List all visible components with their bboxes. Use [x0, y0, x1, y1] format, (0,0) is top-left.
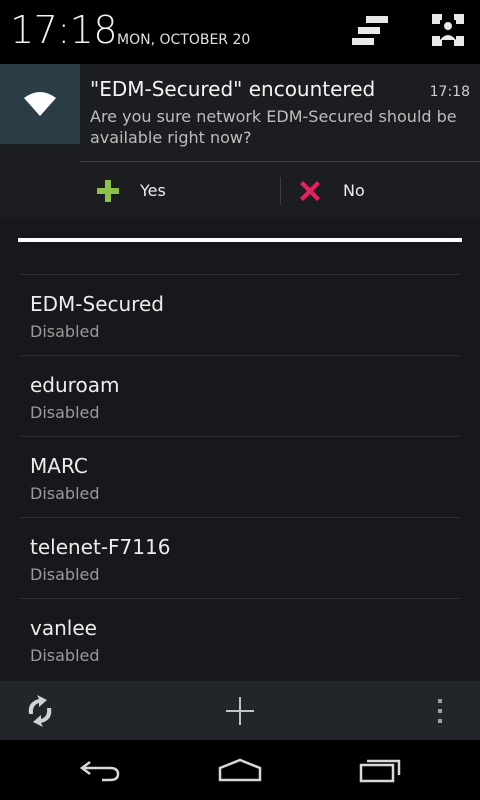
notification-time: 17:18 [429, 84, 470, 100]
quick-settings-icon[interactable] [428, 10, 468, 50]
recents-button[interactable] [340, 740, 420, 800]
network-item[interactable]: EDM-Secured Disabled [20, 274, 460, 355]
network-ssid: MARC [30, 454, 88, 478]
overflow-menu-icon [438, 698, 442, 723]
network-ssid: vanlee [30, 616, 97, 640]
shade-header: 17:18 MON, OCTOBER 20 [0, 0, 480, 64]
network-status: Disabled [30, 565, 100, 584]
wifi-notification[interactable]: "EDM-Secured" encountered 17:18 Are you … [0, 64, 480, 219]
home-icon [218, 758, 262, 782]
action-bar [0, 681, 480, 740]
yes-label: Yes [140, 181, 166, 200]
network-item[interactable]: vanlee Disabled [20, 598, 460, 679]
network-status: Disabled [30, 646, 100, 665]
no-label: No [343, 181, 365, 200]
x-icon [300, 180, 320, 201]
settings-icon[interactable] [350, 12, 394, 52]
notification-body: Are you sure network EDM-Secured should … [90, 107, 457, 147]
yes-button[interactable]: Yes [96, 162, 166, 219]
notification-title: "EDM-Secured" encountered [90, 77, 376, 101]
overflow-menu-button[interactable] [410, 681, 470, 740]
refresh-icon [28, 694, 52, 727]
date: MON, OCTOBER 20 [117, 32, 251, 48]
recents-icon [359, 759, 401, 783]
navigation-bar [0, 740, 480, 800]
network-item[interactable]: telenet-F7116 Disabled [20, 517, 460, 598]
network-status: Disabled [30, 322, 100, 341]
home-button[interactable] [200, 740, 280, 800]
back-icon [79, 761, 120, 782]
add-icon [226, 696, 254, 725]
add-network-button[interactable] [210, 681, 270, 740]
plus-icon [97, 179, 119, 202]
clock: 17:18 [10, 8, 118, 52]
wifi-icon [24, 92, 56, 116]
network-item[interactable]: eduroam Disabled [20, 355, 460, 436]
notification-icon-box [0, 64, 80, 144]
no-button[interactable]: No [297, 162, 365, 219]
network-ssid: telenet-F7116 [30, 535, 171, 559]
network-item[interactable]: MARC Disabled [20, 436, 460, 517]
network-status: Disabled [30, 403, 100, 422]
network-list: EDM-Secured Disabled eduroam Disabled MA… [0, 274, 480, 679]
action-separator [280, 177, 281, 205]
wifi-list-screen: EDM-Secured Disabled eduroam Disabled MA… [0, 219, 480, 681]
network-status: Disabled [30, 484, 100, 503]
network-ssid: eduroam [30, 373, 120, 397]
scan-progress-bar [18, 238, 462, 242]
back-button[interactable] [60, 740, 140, 800]
network-ssid: EDM-Secured [30, 292, 164, 316]
refresh-button[interactable] [10, 681, 70, 740]
